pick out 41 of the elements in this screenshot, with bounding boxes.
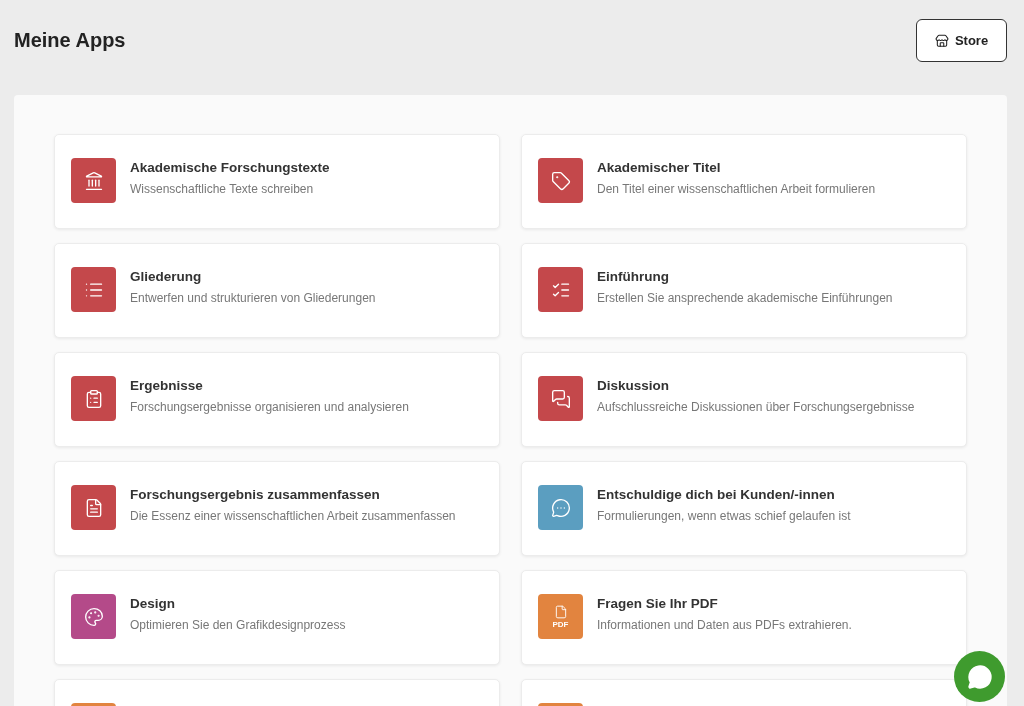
app-title: Diskussion	[597, 377, 671, 393]
app-card[interactable]: Diskussion Aufschlussreiche Diskussionen über Forschungsergebnisse	[521, 352, 967, 447]
app-description: Aufschlussreiche Diskussionen über Forschungsergebnisse	[597, 399, 915, 414]
file-icon	[553, 604, 568, 619]
speech-bubble-icon	[550, 497, 571, 518]
app-title: Gliederung	[130, 268, 203, 284]
speech-bubbles-icon	[550, 388, 571, 409]
store-button[interactable]: Store	[916, 19, 1007, 62]
pdf-label: PDF	[552, 619, 569, 629]
app-title: Entschuldige dich bei Kunden/-innen	[597, 486, 836, 502]
app-card[interactable]: Akademischer Titel Den Titel einer wissenschaftlichen Arbeit formulieren	[521, 134, 967, 229]
app-description: Entwerfen und strukturieren von Gliederungen	[130, 290, 376, 305]
app-title: Akademischer Titel	[597, 159, 722, 175]
app-card[interactable]: Design Optimieren Sie den Grafikdesignprozess	[54, 570, 500, 665]
app-description: Erstellen Sie ansprechende akademische Einführungen	[597, 290, 893, 305]
tag-icon	[550, 170, 571, 191]
page-title: Meine Apps	[14, 29, 126, 52]
building-icon	[83, 170, 104, 191]
app-description: Die Essenz einer wissenschaftlichen Arbeit zusammenfassen	[130, 508, 456, 523]
app-card[interactable]: Gliederung Entwerfen und strukturieren von Gliederungen	[54, 243, 500, 338]
app-card[interactable]: PDF Fragen Sie Ihr PDF Informationen und Daten aus PDFs extrahieren.	[521, 570, 967, 665]
app-description: Informationen und Daten aus PDFs extrahieren.	[597, 617, 852, 632]
app-title: Fragen Sie Ihr PDF	[597, 595, 719, 611]
app-description: Forschungsergebnisse organisieren und analysieren	[130, 399, 409, 414]
app-card[interactable]: Einführung Erstellen Sie ansprechende akademische Einführungen	[521, 243, 967, 338]
palette-icon	[83, 606, 104, 627]
app-description: Wissenschaftliche Texte schreiben	[130, 181, 315, 196]
app-card[interactable]: Akademische Forschungstexte Wissenschaftliche Texte schreiben	[54, 134, 500, 229]
app-title: Forschungsergebnis zusammenfassen	[130, 486, 381, 502]
app-card[interactable]: Forschungsergebnis zusammenfassen Die Essenz einer wissenschaftlichen Arbeit zusammenfassen	[54, 461, 500, 556]
app-description: Formulierungen, wenn etwas schief gelaufen ist	[597, 508, 851, 523]
app-title: Akademische Forschungstexte	[130, 159, 330, 175]
app-card[interactable]: Entschuldige dich bei Kunden/-innen Formulierungen, wenn etwas schief gelaufen ist	[521, 461, 967, 556]
app-card[interactable]: Ergebnisse Forschungsergebnisse organisieren und analysieren	[54, 352, 500, 447]
app-description: Optimieren Sie den Grafikdesignprozess	[130, 617, 346, 632]
store-icon	[934, 33, 949, 48]
app-title: Einführung	[597, 268, 670, 284]
app-title: Design	[130, 595, 176, 611]
app-title: Ergebnisse	[130, 377, 204, 393]
app-description: Den Titel einer wissenschaftlichen Arbeit formulieren	[597, 181, 876, 196]
chat-icon	[966, 663, 993, 690]
